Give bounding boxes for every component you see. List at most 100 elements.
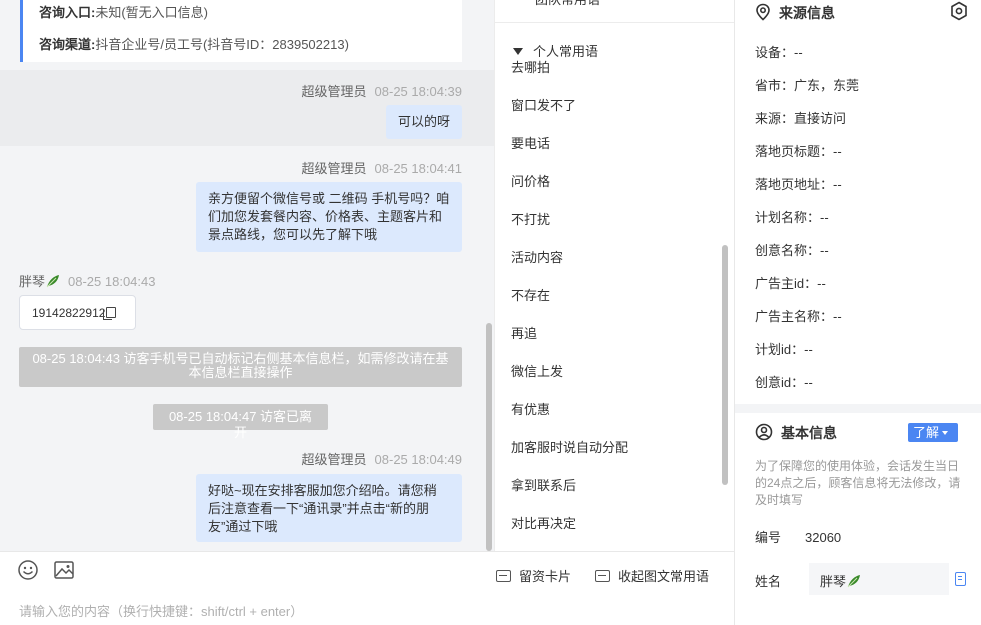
- section-divider: [735, 404, 981, 413]
- collapse-phrases-label: 收起图文常用语: [618, 569, 710, 584]
- notice-line: 本信息栏直接操作: [188, 365, 293, 380]
- consult-channel-label: 咨询渠道:: [39, 37, 96, 52]
- leave-card-label: 留资卡片: [519, 569, 572, 584]
- consult-entry-label: 咨询入口:: [39, 5, 96, 20]
- field-value: --: [820, 210, 829, 225]
- phrase-item[interactable]: 拿到联系后: [511, 475, 576, 494]
- phrase-item[interactable]: 加客服时说自动分配: [511, 437, 628, 456]
- learn-more-dropdown[interactable]: 了解: [908, 423, 958, 442]
- field-label: 创意id：: [755, 375, 805, 390]
- phrase-item[interactable]: 去哪拍: [511, 57, 550, 76]
- visitor-phone-message: 19142822912: [19, 295, 136, 330]
- collapse-phrases-button[interactable]: 收起图文常用语: [595, 566, 709, 585]
- source-field-landing-title: 落地页标题：--: [755, 141, 842, 160]
- field-value: --: [833, 309, 842, 324]
- field-value: --: [833, 144, 842, 159]
- phrases-scrollbar[interactable]: [722, 245, 728, 485]
- card-icon: [595, 570, 610, 582]
- source-field-plan-name: 计划名称：--: [755, 207, 829, 226]
- phrase-item[interactable]: 不存在: [511, 285, 550, 304]
- user-circle-icon: [755, 423, 773, 441]
- notice-line: 08-25 18:04:43 访客手机号已自动标记右侧基本信息栏，如需修改请在基: [32, 351, 449, 366]
- basic-field-name-label: 姓名: [755, 574, 782, 589]
- basic-info-header: 基本信息: [755, 423, 837, 443]
- field-value: --: [804, 375, 813, 390]
- message-time: 08-25 18:04:41: [374, 161, 462, 176]
- source-info-title: 来源信息: [779, 5, 835, 21]
- visitor-left-notice: 08-25 18:04:47 访客已离开: [153, 404, 328, 440]
- image-icon[interactable]: [53, 559, 75, 581]
- message-meta: 胖琴 08-25 18:04:43: [19, 271, 155, 290]
- field-label: 设备：: [755, 45, 795, 60]
- location-pin-icon: [756, 3, 770, 21]
- field-label: 广告主名称：: [755, 309, 834, 324]
- agent-message-bubble: 好哒~现在安排客服加您介绍哈。请您稍 后注意查看一下“通讯录”并点击“新的朋 友…: [196, 474, 462, 542]
- emoji-icon[interactable]: [17, 559, 39, 581]
- field-label: 来源：: [755, 111, 795, 126]
- message-sender: 超级管理员: [301, 452, 367, 467]
- message-line: 后注意查看一下“通讯录”并点击“新的朋: [208, 501, 429, 516]
- message-meta: 超级管理员 08-25 18:04:41: [302, 158, 462, 177]
- field-label: 计划id：: [755, 342, 805, 357]
- field-label: 落地页地址：: [755, 177, 834, 192]
- leaf-emoji-icon: [46, 275, 60, 288]
- message-time: 08-25 18:04:43: [68, 274, 156, 289]
- field-label: 编号: [755, 530, 782, 545]
- field-value: --: [804, 342, 813, 357]
- name-value: 胖琴: [820, 574, 847, 589]
- phrase-item[interactable]: 有优惠: [511, 399, 550, 418]
- chat-scrollbar[interactable]: [486, 323, 492, 551]
- message-input[interactable]: 请输入您的内容（换行快捷键：shift/ctrl + enter）: [19, 601, 303, 620]
- chat-panel: 咨询入口:未知(暂无入口信息) 咨询渠道:抖音企业号/员工号(抖音号ID：283…: [0, 0, 494, 551]
- phrase-item[interactable]: 微信上发: [511, 361, 563, 380]
- visitor-info-panel: 来源信息 设备：-- 省市：广东，东莞 来源：直接访问 落地页标题：-- 落地页…: [734, 0, 981, 625]
- field-label: 落地页标题：: [755, 144, 834, 159]
- source-field-advertiser-name: 广告主名称：--: [755, 306, 842, 325]
- field-value: 32060: [805, 530, 842, 545]
- field-label: 广告主id：: [755, 276, 818, 291]
- consult-channel-value: 抖音企业号/员工号(抖音号ID：2839502213): [95, 37, 349, 52]
- agent-message-bubble: 可以的呀: [385, 105, 462, 139]
- message-time: 08-25 18:04:49: [374, 452, 462, 467]
- name-field[interactable]: 胖琴: [809, 563, 949, 595]
- message-meta: 超级管理员 08-25 18:04:49: [302, 449, 462, 468]
- copy-name-icon[interactable]: [955, 572, 966, 586]
- message-time: 08-25 18:04:39: [374, 84, 462, 99]
- field-value: --: [794, 45, 803, 60]
- message-input-area: 留资卡片 收起图文常用语 请输入您的内容（换行快捷键：shift/ctrl + …: [0, 551, 734, 625]
- phrase-item[interactable]: 不打扰: [511, 209, 550, 228]
- system-notice: 08-25 18:04:43 访客手机号已自动标记右侧基本信息栏，如需修改请在基…: [19, 347, 462, 387]
- field-value: 直接访问: [794, 111, 847, 126]
- source-field-creative-id: 创意id：--: [755, 372, 813, 391]
- message-sender: 超级管理员: [301, 84, 367, 99]
- consult-channel-row: 咨询渠道:抖音企业号/员工号(抖音号ID：2839502213): [39, 34, 349, 53]
- message-sender: 胖琴: [19, 274, 46, 289]
- message-sender: 超级管理员: [301, 161, 367, 176]
- phrase-item[interactable]: 窗口发不了: [511, 95, 576, 114]
- settings-hex-icon[interactable]: [950, 1, 968, 21]
- learn-more-label: 了解: [913, 425, 940, 440]
- consult-info-card: 咨询入口:未知(暂无入口信息) 咨询渠道:抖音企业号/员工号(抖音号ID：283…: [20, 0, 462, 62]
- basic-field-id: 编号 32060: [755, 527, 841, 546]
- caret-down-icon: [513, 48, 523, 55]
- phrase-item[interactable]: 活动内容: [511, 247, 563, 266]
- phrase-item[interactable]: 对比再决定: [511, 513, 576, 532]
- copy-icon[interactable]: [103, 307, 117, 320]
- team-phrases-tab[interactable]: 团队常用语: [535, 0, 600, 8]
- message-meta: 超级管理员 08-25 18:04:39: [302, 81, 462, 100]
- source-field-device: 设备：--: [755, 42, 803, 61]
- source-field-origin: 来源：直接访问: [755, 108, 846, 127]
- phrase-item[interactable]: 问价格: [511, 171, 550, 190]
- source-field-city: 省市：广东，东莞: [755, 75, 859, 94]
- visitor-phone-number: 19142822912: [32, 306, 106, 320]
- phrase-item[interactable]: 要电话: [511, 133, 550, 152]
- consult-entry-row: 咨询入口:未知(暂无入口信息): [39, 2, 208, 21]
- common-phrases-panel: 团队常用语 个人常用语 去哪拍 窗口发不了 要电话 问价格 不打扰 活动内容 不…: [494, 0, 734, 551]
- consult-entry-value: 未知(暂无入口信息): [95, 5, 209, 20]
- source-field-advertiser-id: 广告主id：--: [755, 273, 826, 292]
- edit-deadline-hint: 为了保障您的使用体验，会话发生当日的24点之后，顾客信息将无法修改，请及时填写: [755, 459, 961, 507]
- leave-card-button[interactable]: 留资卡片: [496, 566, 571, 585]
- message-line: 景点路线，您可以先了解下哦: [208, 227, 378, 242]
- divider: [495, 22, 734, 23]
- phrase-item[interactable]: 再追: [511, 323, 537, 342]
